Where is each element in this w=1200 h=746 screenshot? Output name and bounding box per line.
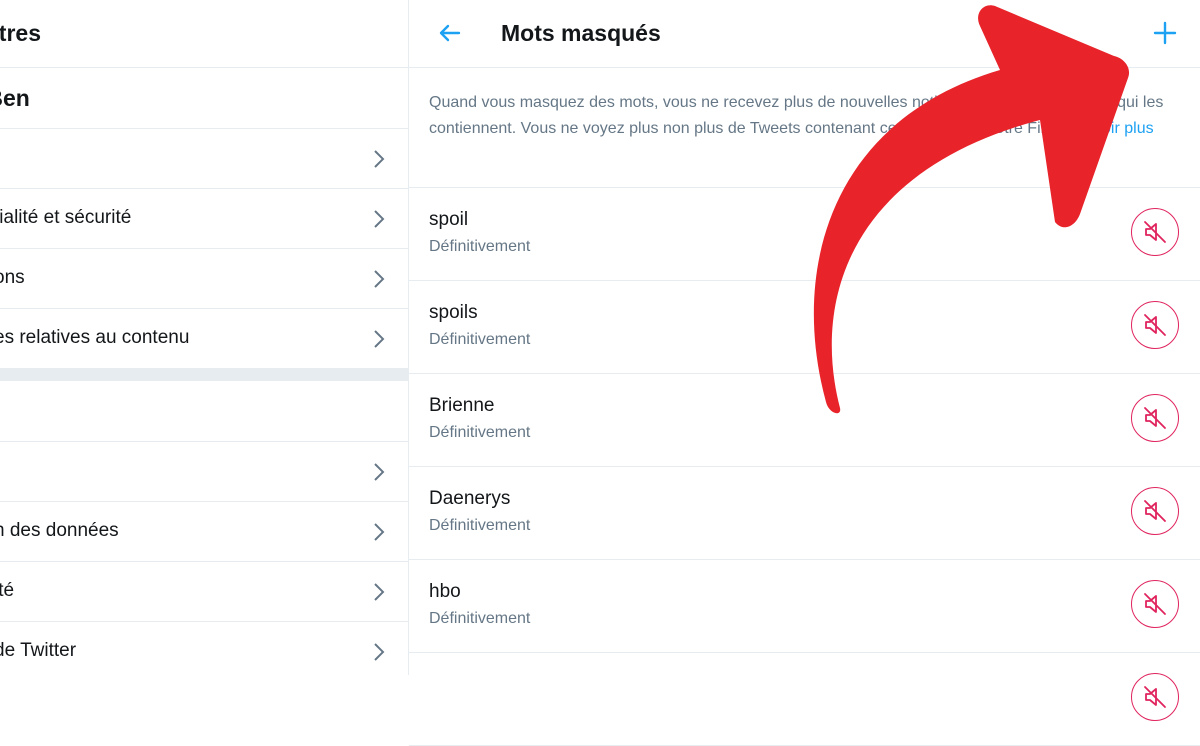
speaker-muted-icon (1144, 686, 1166, 708)
settings-item-label: es relatives au contenu (0, 327, 190, 348)
unmute-button[interactable] (1131, 673, 1179, 721)
muted-words-header: Mots masqués (409, 0, 1200, 68)
settings-item-account[interactable] (0, 129, 408, 189)
unmute-button[interactable] (1131, 487, 1179, 535)
muted-word: spoils (429, 302, 478, 323)
settings-header: ètres (0, 0, 408, 68)
settings-item-label: ité (0, 580, 15, 601)
settings-item-label: tialité et sécurité (0, 207, 132, 228)
muted-duration: Définitivement (429, 238, 531, 255)
speaker-muted-icon (1144, 593, 1166, 615)
unmute-button[interactable] (1131, 208, 1179, 256)
unmute-button[interactable] (1131, 394, 1179, 442)
muted-word-row[interactable]: Daenerys Définitivement (409, 467, 1200, 560)
chevron-right-icon (374, 523, 385, 541)
muted-word-row[interactable]: spoils Définitivement (409, 281, 1200, 374)
muted-word-row[interactable]: Brienne Définitivement (409, 374, 1200, 467)
account-section-title: lBen (0, 68, 408, 129)
chevron-right-icon (374, 210, 385, 228)
muted-duration: Définitivement (429, 424, 531, 441)
muted-words-description: Quand vous masquez des mots, vous ne rec… (409, 68, 1200, 188)
settings-item-data-usage[interactable]: n des données (0, 502, 408, 562)
settings-item-label: de Twitter (0, 640, 77, 661)
plus-icon[interactable] (1150, 18, 1180, 48)
muted-word: hbo (429, 581, 461, 602)
settings-item-accessibility[interactable]: ité (0, 562, 408, 622)
settings-item-notifications[interactable]: ons (0, 249, 408, 309)
chevron-right-icon (374, 330, 385, 348)
settings-sidebar: ètres lBen tialité et sécurité ons es re… (0, 0, 409, 675)
muted-duration: Définitivement (429, 331, 531, 348)
settings-item-display[interactable] (0, 442, 408, 502)
muted-word: spoil (429, 209, 469, 230)
chevron-right-icon (374, 150, 385, 168)
general-section-title: al (0, 381, 408, 442)
section-divider (0, 369, 408, 381)
muted-duration: Définitivement (429, 517, 531, 534)
settings-item-content-preferences[interactable]: es relatives au contenu (0, 309, 408, 369)
settings-title: ètres (0, 20, 41, 46)
speaker-muted-icon (1144, 407, 1166, 429)
arrow-left-icon[interactable] (435, 18, 465, 48)
chevron-right-icon (374, 583, 385, 601)
speaker-muted-icon (1144, 500, 1166, 522)
settings-item-about-twitter[interactable]: de Twitter (0, 622, 408, 675)
settings-item-label: ons (0, 267, 25, 288)
settings-item-label: n des données (0, 520, 119, 541)
muted-words-panel: Mots masqués Quand vous masquez des mots… (409, 0, 1200, 746)
muted-word-row[interactable]: hbo Définitivement (409, 560, 1200, 653)
chevron-right-icon (374, 643, 385, 661)
speaker-muted-icon (1144, 221, 1166, 243)
muted-word: Brienne (429, 395, 495, 416)
learn-more-link[interactable]: En savoir plus (1053, 120, 1154, 137)
page-title: Mots masqués (501, 20, 661, 46)
muted-word-row-partial[interactable] (409, 653, 1200, 746)
chevron-right-icon (374, 463, 385, 481)
muted-word-row[interactable]: spoil Définitivement (409, 188, 1200, 281)
account-username: lBen (0, 85, 30, 111)
unmute-button[interactable] (1131, 580, 1179, 628)
muted-word: Daenerys (429, 488, 511, 509)
settings-item-privacy[interactable]: tialité et sécurité (0, 189, 408, 249)
chevron-right-icon (374, 270, 385, 288)
speaker-muted-icon (1144, 314, 1166, 336)
unmute-button[interactable] (1131, 301, 1179, 349)
muted-duration: Définitivement (429, 610, 531, 627)
